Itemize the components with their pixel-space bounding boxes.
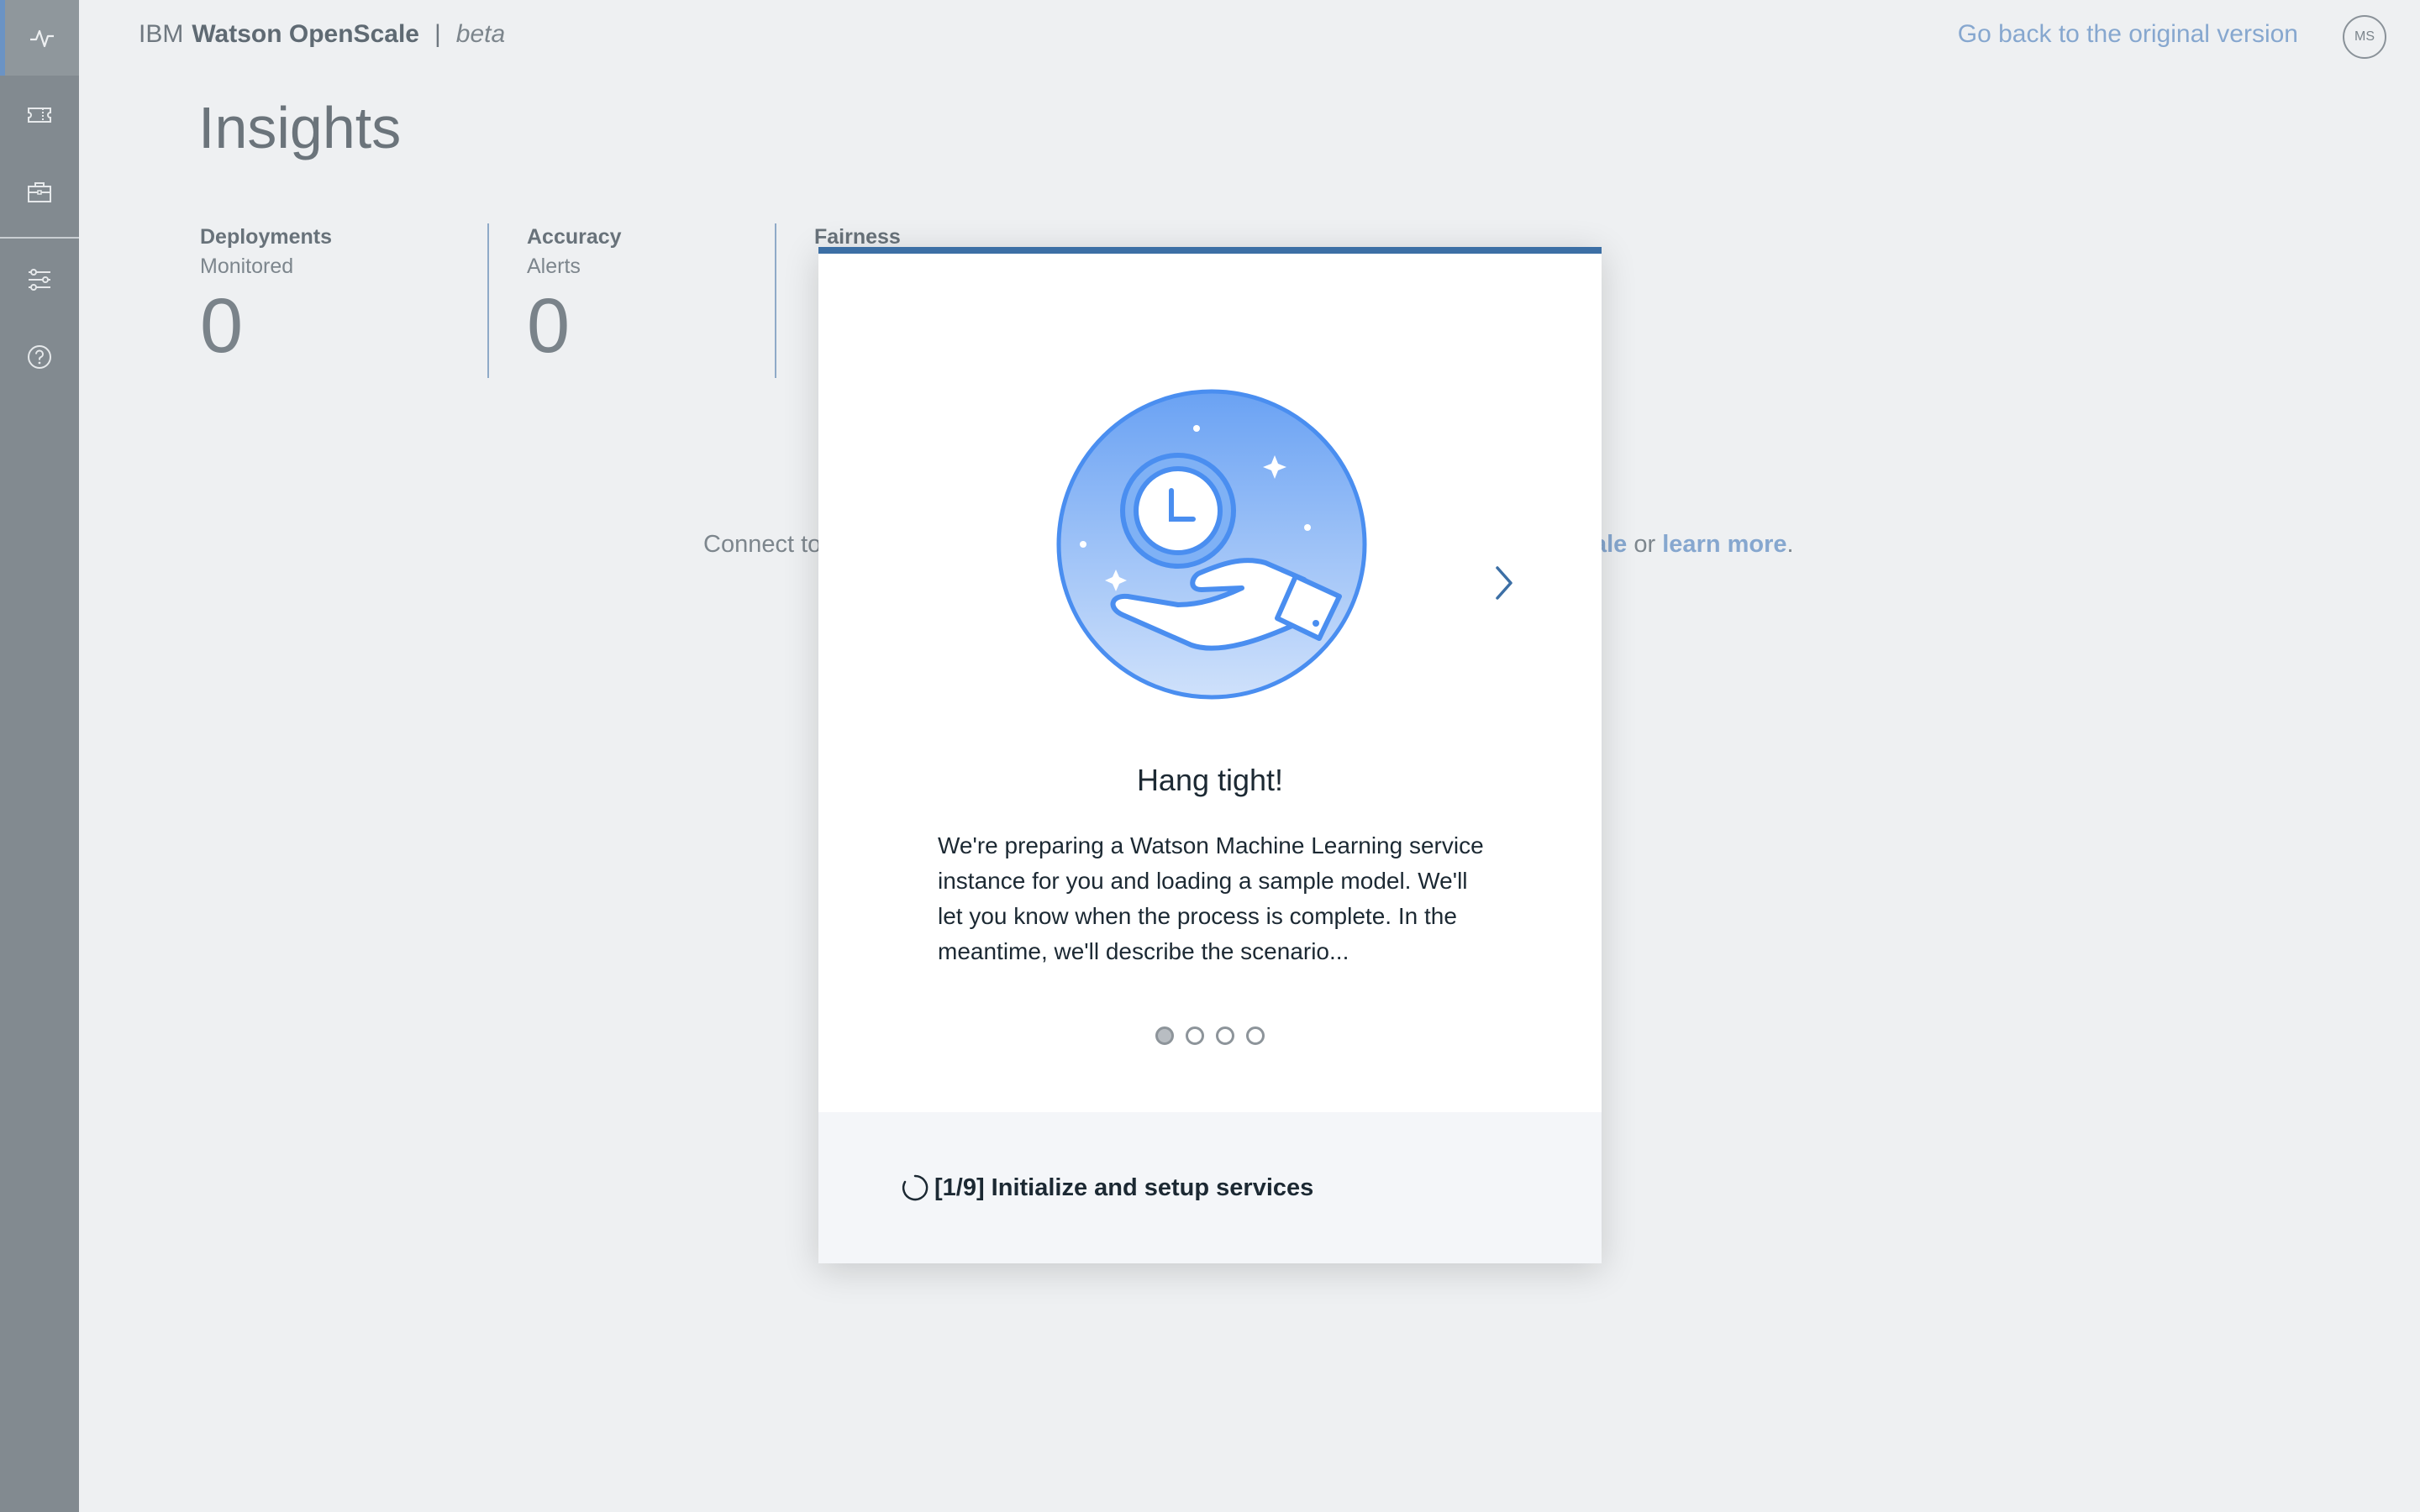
loading-spinner-icon: [902, 1174, 929, 1201]
connect-text: Connect to: [703, 531, 822, 558]
next-slide-button[interactable]: [1487, 558, 1521, 608]
stat-divider: [487, 223, 489, 378]
briefcase-icon: [28, 182, 51, 202]
app-brand: IBM Watson OpenScale | beta: [139, 20, 505, 49]
stat-fairness: Fairness: [814, 225, 901, 249]
page-title: Insights: [198, 95, 402, 160]
rail-divider: [0, 237, 79, 239]
sliders-icon: [29, 269, 50, 291]
modal-body-text: We're preparing a Watson Machine Learnin…: [938, 832, 1484, 964]
stat-label: Deployments: [200, 225, 332, 249]
brand-separator: |: [434, 20, 441, 48]
slide-pagination: [818, 1026, 1602, 1045]
modal-status-footer: [1/9] Initialize and setup services: [818, 1112, 1602, 1263]
stat-sub: Monitored: [200, 255, 294, 278]
help-icon: [28, 345, 51, 369]
brand-product: Watson OpenScale: [192, 20, 419, 48]
modal-title: Hang tight!: [1136, 763, 1284, 797]
nav-insights[interactable]: [0, 0, 79, 76]
nav-services[interactable]: [0, 155, 79, 230]
learn-more-link[interactable]: learn more: [1662, 531, 1786, 558]
nav-tickets[interactable]: [0, 77, 79, 153]
nav-rail: [0, 0, 79, 1512]
back-to-original-link[interactable]: Go back to the original version: [1958, 20, 2298, 49]
stat-deployments: Deployments Monitored 0: [200, 225, 332, 365]
pagination-dot-4[interactable]: [1246, 1026, 1265, 1045]
setup-status-text: [1/9] Initialize and setup services: [934, 1173, 1314, 1201]
stat-label: Fairness: [814, 225, 901, 249]
stat-sub: Alerts: [527, 255, 581, 278]
stat-label: Accuracy: [527, 225, 622, 249]
stat-divider: [775, 223, 776, 378]
clock-hand-illustration: [1056, 389, 1367, 700]
activity-icon: [30, 29, 54, 48]
pagination-dot-2[interactable]: [1186, 1026, 1204, 1045]
brand-prefix: IBM: [139, 20, 184, 48]
brand-beta: beta: [455, 20, 506, 48]
stat-accuracy: Accuracy Alerts 0: [527, 225, 622, 365]
nav-configure[interactable]: [0, 242, 79, 318]
setup-modal: Hang tight! We're preparing a Watson Mac…: [818, 247, 1602, 1263]
nav-help[interactable]: [0, 319, 79, 395]
stat-value: 0: [200, 283, 244, 369]
connect-text-tail: ale or learn more.: [1593, 531, 1794, 559]
ticket-icon: [28, 108, 51, 123]
pagination-dot-1[interactable]: [1155, 1026, 1174, 1045]
or-text: or: [1634, 531, 1656, 558]
period-text: .: [1786, 531, 1794, 558]
user-avatar[interactable]: MS: [2343, 15, 2386, 59]
chevron-right-icon: [1496, 566, 1512, 600]
pagination-dot-3[interactable]: [1216, 1026, 1234, 1045]
stat-value: 0: [527, 283, 571, 369]
